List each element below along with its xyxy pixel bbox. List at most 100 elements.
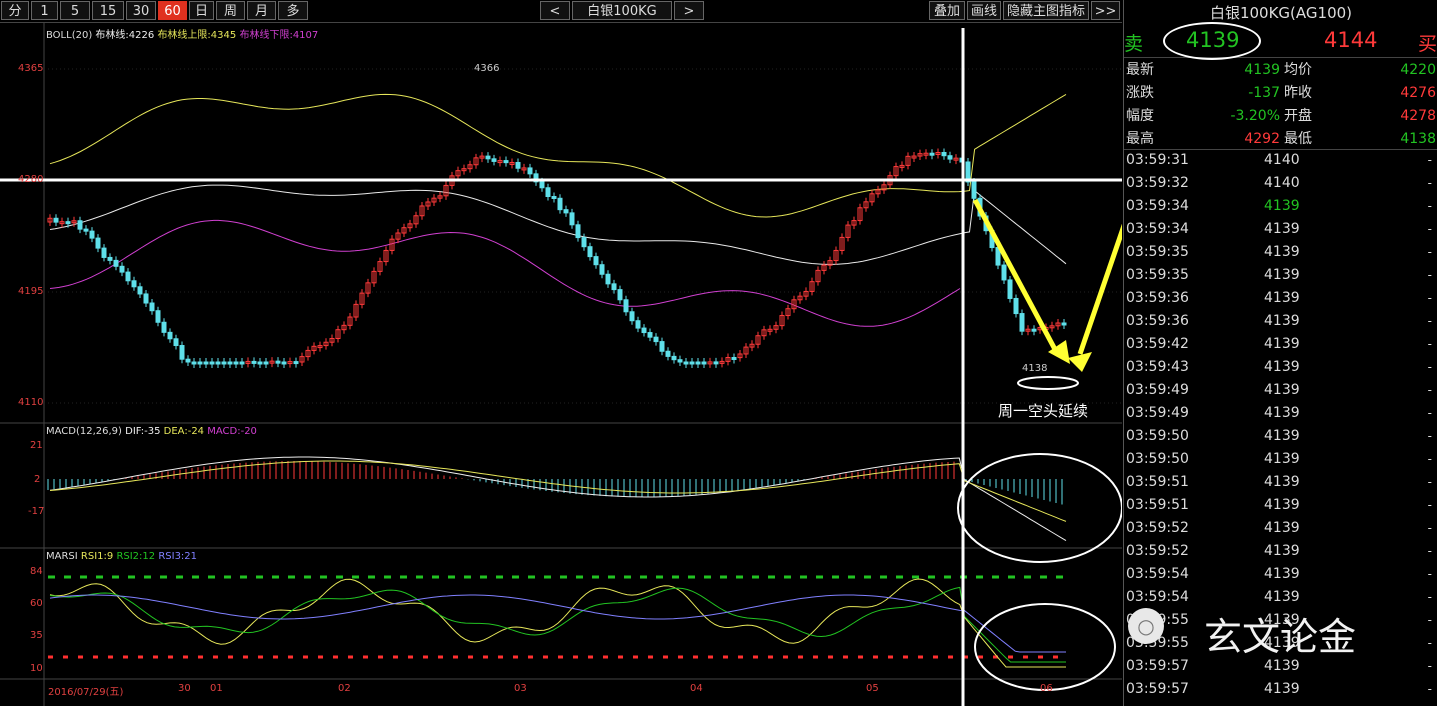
tick-price: 4140	[1264, 149, 1300, 172]
candle-body	[114, 260, 118, 266]
hide-indicator-button[interactable]: 隐藏主图指标	[1003, 1, 1089, 20]
macd-dif-line	[50, 457, 1066, 541]
candle-body	[540, 182, 544, 188]
candle-body	[636, 321, 640, 328]
tick-row: 03:59:32 4140-	[1124, 172, 1437, 195]
period-button-8[interactable]: 月	[247, 1, 276, 20]
buy-price: 4144	[1324, 28, 1377, 52]
candle-body	[264, 362, 268, 364]
tick-time: 03:59:32	[1126, 172, 1189, 195]
candle-body	[714, 362, 718, 364]
candle-body	[210, 362, 214, 364]
draw-line-button[interactable]: 画线	[967, 1, 1001, 20]
tick-time: 03:59:51	[1126, 494, 1189, 517]
tick-marker: -	[1428, 402, 1432, 425]
candle-body	[156, 311, 160, 323]
tick-marker: -	[1428, 310, 1432, 333]
period-button-7[interactable]: 周	[216, 1, 245, 20]
tick-price: 4139	[1264, 494, 1300, 517]
wechat-icon: ○	[1128, 608, 1164, 644]
period-button-4[interactable]: 30	[126, 1, 156, 20]
tick-marker: -	[1428, 609, 1432, 632]
period-button-1[interactable]: 1	[31, 1, 58, 20]
overlay-button[interactable]: 叠加	[929, 1, 965, 20]
up-arrow-line	[1080, 62, 1122, 354]
candle-body	[180, 346, 184, 360]
rsi-title: MARSI	[46, 551, 78, 562]
candle-body	[732, 358, 736, 360]
tick-marker: -	[1428, 218, 1432, 241]
tick-marker: -	[1428, 241, 1432, 264]
period-button-2[interactable]: 5	[60, 1, 90, 20]
sell-label: 卖	[1124, 29, 1143, 56]
buy-label: 买	[1418, 29, 1437, 56]
stat-value-left: -137	[1248, 82, 1280, 105]
x-axis-label-05: 05	[866, 683, 879, 694]
candle-body	[582, 238, 586, 247]
rsi1-line	[50, 579, 1066, 667]
tick-row: 03:59:49 4139 -	[1124, 402, 1437, 425]
macd-value: MACD:-20	[207, 426, 257, 437]
tick-time: 03:59:35	[1126, 241, 1189, 264]
boll-lower-label: 布林线下限:4107	[239, 30, 318, 41]
rsi2-line	[50, 587, 1066, 662]
boll-upper-label: 布林线上限:4345	[157, 30, 236, 41]
expand-button[interactable]: >>	[1091, 1, 1120, 20]
candle-body	[612, 284, 616, 290]
candle-body	[138, 287, 142, 294]
macd-tick-2: 2	[34, 474, 40, 485]
period-button-6[interactable]: 日	[189, 1, 214, 20]
candle-body	[690, 362, 694, 364]
stat-value-right: 4278	[1400, 105, 1436, 128]
tick-price: 4139	[1264, 264, 1300, 287]
candle-body	[234, 362, 238, 364]
tick-price: 4139	[1264, 195, 1300, 218]
rsi-tick-60: 60	[30, 598, 43, 609]
stat-label-left: 最新	[1126, 59, 1154, 82]
tick-time: 03:59:42	[1126, 333, 1189, 356]
candle-body	[516, 162, 520, 168]
tick-time: 03:59:31	[1126, 149, 1189, 172]
period-button-9[interactable]: 多	[278, 1, 308, 20]
tick-time: 03:59:34	[1126, 195, 1189, 218]
period-button-3[interactable]: 15	[92, 1, 124, 20]
candle-body	[120, 266, 124, 272]
tick-marker: -	[1428, 195, 1432, 218]
period-button-0[interactable]: 分	[1, 1, 29, 20]
kline-chart-svg	[0, 22, 1122, 706]
rsi-tick-35: 35	[30, 630, 43, 641]
candle-body	[84, 229, 88, 231]
prev-symbol-button[interactable]: <	[540, 1, 570, 20]
rsi-highlight-circle	[975, 604, 1115, 690]
stat-value-left: 4292	[1244, 128, 1280, 151]
candle-body	[546, 188, 550, 197]
tick-price: 4140	[1264, 172, 1300, 195]
next-symbol-button[interactable]: >	[674, 1, 704, 20]
candle-body	[276, 361, 280, 363]
x-axis-label-01: 01	[210, 683, 223, 694]
y-tick-4280: 4280	[18, 174, 43, 185]
y-tick-4195: 4195	[18, 286, 43, 297]
period-button-5[interactable]: 60	[158, 1, 187, 20]
candle-body	[606, 274, 610, 284]
tick-row: 03:59:43 4139 -	[1124, 356, 1437, 379]
tick-time: 03:59:52	[1126, 517, 1189, 540]
candle-body	[108, 257, 112, 260]
tick-price: 4139	[1264, 218, 1300, 241]
symbol-selector[interactable]: 白银100KG	[572, 1, 672, 20]
macd-title: MACD(12,26,9)	[46, 426, 122, 437]
candle-body	[1008, 280, 1012, 299]
candle-body	[222, 362, 226, 364]
stat-label-right: 昨收	[1284, 82, 1312, 105]
candle-body	[54, 218, 58, 222]
stat-row: 幅度 -3.20% 开盘 4278	[1124, 105, 1437, 128]
tick-row: 03:59:52 4139 -	[1124, 540, 1437, 563]
tick-marker: -	[1428, 149, 1432, 172]
candle-body	[654, 337, 658, 341]
tick-time: 03:59:57	[1126, 678, 1189, 701]
stat-value-right: 4220	[1400, 59, 1436, 82]
tick-row: 03:59:36 4139 -	[1124, 287, 1437, 310]
stat-value-left: 4139	[1244, 59, 1280, 82]
kline-chart-area[interactable]: BOLL(20) 布林线:4226 布林线上限:4345 布林线下限:4107 …	[0, 22, 1122, 706]
tick-marker: -	[1428, 264, 1432, 287]
